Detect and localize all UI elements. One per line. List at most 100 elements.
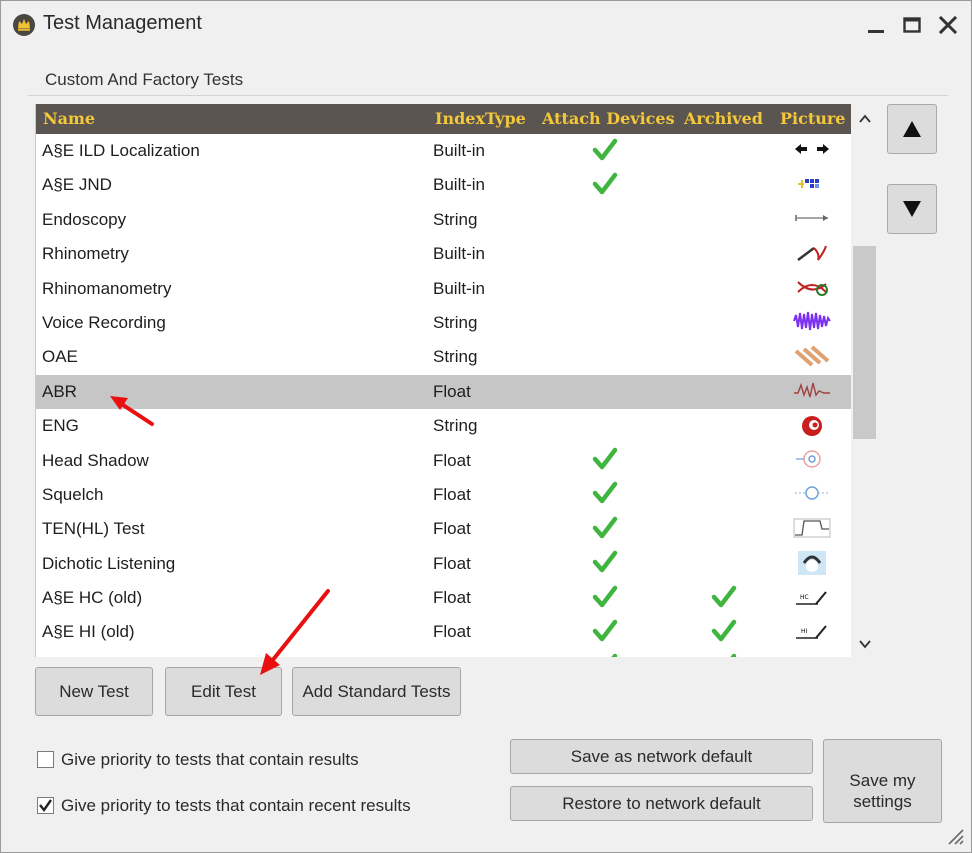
table-row[interactable]: Voice Recording String (36, 305, 851, 341)
test-name: ABR (42, 381, 77, 401)
checkmark-icon (711, 619, 736, 642)
archived-cell (676, 409, 771, 443)
attach-devices-cell (534, 478, 675, 512)
maximize-icon[interactable] (899, 12, 925, 38)
table-row[interactable]: ABR Float (36, 374, 851, 410)
arrows-left-right-icon (795, 143, 829, 154)
resize-grip-icon[interactable] (945, 826, 965, 846)
archived-cell (676, 306, 771, 340)
save-network-default-button[interactable]: Save as network default (510, 739, 813, 774)
attach-devices-cell (534, 547, 675, 581)
hc-slope-icon: HC (796, 590, 827, 605)
priority-recent-checkbox[interactable] (37, 797, 54, 814)
test-name: A§E HC (old) (42, 588, 143, 608)
checkmark-icon (592, 138, 617, 160)
attach-devices-cell (534, 409, 675, 443)
table-row[interactable]: Head Shadow Float (36, 443, 851, 478)
add-standard-tests-button[interactable]: Add Standard Tests (292, 667, 461, 716)
table-row[interactable]: A§E HI (old) Float HI (36, 615, 851, 650)
table-row[interactable]: Endoscopy String (36, 202, 851, 238)
table-row[interactable]: A§E ILD Localization Built-in (36, 134, 851, 169)
new-test-button[interactable]: New Test (35, 667, 153, 716)
test-name: ENG (42, 416, 79, 436)
test-name (42, 650, 426, 657)
attach-devices-cell (534, 581, 675, 615)
test-name: Voice Recording (42, 312, 166, 332)
archived-cell (676, 237, 771, 271)
scroll-up-icon[interactable] (857, 111, 873, 127)
headphones-face-icon (798, 551, 826, 576)
picture-cell (772, 272, 851, 306)
save-my-settings-button[interactable]: Save my settings (823, 739, 942, 823)
cochlea-icon (802, 415, 822, 436)
picture-cell (772, 168, 851, 202)
test-index-type: String (433, 416, 478, 436)
test-name: TEN(HL) Test (42, 519, 145, 539)
abr-wave-icon (794, 383, 830, 398)
checkmark-icon (730, 654, 736, 657)
table-row[interactable]: A§E HC (old) Float HC (36, 581, 851, 616)
attach-devices-cell (534, 203, 675, 237)
test-name: Endoscopy (42, 209, 127, 229)
column-header-indextype[interactable]: IndexType (435, 104, 526, 134)
test-name: Head Shadow (42, 450, 149, 470)
archived-cell (676, 375, 771, 409)
minimize-icon[interactable] (863, 12, 889, 38)
test-name: Dichotic Listening (42, 553, 176, 573)
endoscope-icon (795, 215, 828, 222)
scroll-down-icon[interactable] (857, 636, 873, 652)
column-header-picture[interactable]: Picture (780, 104, 845, 134)
checkmark-icon (592, 585, 617, 607)
priority-results-label: Give priority to tests that contain resu… (61, 750, 359, 769)
attach-devices-cell (534, 272, 675, 306)
priority-results-checkbox[interactable] (37, 751, 54, 768)
column-header-name[interactable]: Name (43, 104, 95, 134)
table-row[interactable]: Dichotic Listening Float (36, 546, 851, 582)
table-row[interactable]: TEN(HL) Test Float (36, 512, 851, 547)
table-row[interactable]: A§E JND Built-in (36, 168, 851, 203)
checkmark-icon (592, 447, 617, 470)
section-label: Custom And Factory Tests (45, 70, 244, 89)
attach-devices-cell (534, 615, 675, 649)
probes-icon (794, 345, 830, 367)
checkmark-icon (592, 516, 617, 539)
test-name: OAE (42, 347, 78, 367)
picture-cell (772, 134, 851, 168)
column-header-attach-devices[interactable]: Attach Devices (542, 104, 675, 134)
grid-blocks-icon (798, 178, 819, 188)
table-row[interactable]: ENG String (36, 409, 851, 444)
table-row[interactable]: Squelch Float (36, 477, 851, 513)
checkmark-icon (592, 619, 617, 642)
archived-cell (676, 512, 771, 546)
column-header-archived[interactable]: Archived (684, 104, 763, 134)
grid-vertical-scrollbar[interactable] (851, 104, 878, 657)
window-title: Test Management (43, 12, 202, 34)
test-index-type: Built-in (433, 175, 485, 195)
tests-grid: Name IndexType Attach Devices Archived P… (35, 104, 851, 657)
test-index-type: String (433, 209, 478, 229)
scrollbar-thumb[interactable] (853, 246, 876, 439)
attach-devices-cell (534, 168, 675, 202)
svg-text:HI: HI (801, 628, 808, 635)
hi-slope-icon: HI (796, 625, 827, 639)
table-row[interactable] (36, 649, 851, 657)
close-icon[interactable] (935, 12, 961, 38)
priority-recent-label: Give priority to tests that contain rece… (61, 796, 411, 815)
rhinomanometry-icon (797, 281, 828, 297)
move-up-button[interactable] (887, 104, 937, 154)
table-row[interactable]: Rhinomanometry Built-in (36, 271, 851, 306)
crown-badge-icon (13, 14, 35, 36)
archived-cell (676, 203, 771, 237)
test-name: A§E ILD Localization (42, 141, 200, 160)
restore-network-default-button[interactable]: Restore to network default (510, 786, 813, 821)
table-row[interactable]: Rhinometry Built-in (36, 237, 851, 272)
attach-devices-cell (534, 512, 675, 546)
test-management-window: Test Management Custom And Factory Tests… (0, 0, 972, 853)
waveform-icon (793, 312, 831, 331)
rhinometry-icon (797, 245, 827, 261)
move-down-button[interactable] (887, 184, 937, 234)
table-row[interactable]: OAE String (36, 340, 851, 375)
picture-cell: HC (772, 581, 851, 615)
picture-cell (772, 444, 851, 478)
edit-test-button[interactable]: Edit Test (165, 667, 282, 716)
